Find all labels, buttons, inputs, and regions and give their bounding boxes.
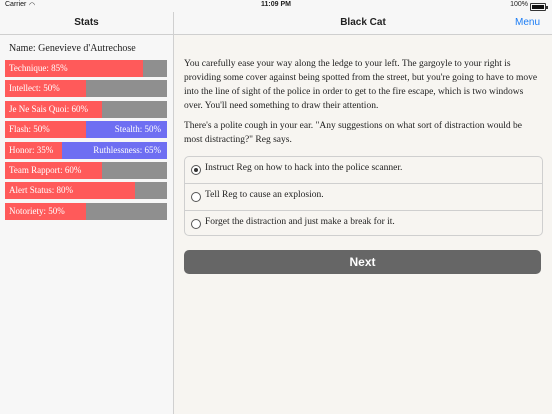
stat-label: Flash: 50% xyxy=(9,124,50,135)
stats-sidebar: Stats Name: Genevieve d'Autrechose Techn… xyxy=(0,12,174,414)
stat-opposed-label: Stealth: 50% xyxy=(114,124,161,135)
menu-button[interactable]: Menu xyxy=(515,17,540,28)
battery-icon xyxy=(530,3,548,11)
stat-bar: Flash: 50% Stealth: 50% xyxy=(5,121,167,139)
radio-button-icon[interactable] xyxy=(191,165,201,175)
choice-option[interactable]: Tell Reg to cause an explosion. xyxy=(185,184,542,211)
radio-button-icon[interactable] xyxy=(191,219,201,229)
stat-label: Notoriety: 50% xyxy=(9,205,65,216)
choice-option[interactable]: Forget the distraction and just make a b… xyxy=(185,211,542,237)
stat-label: Honor: 35% xyxy=(9,144,54,155)
stat-label: Alert Status: 80% xyxy=(9,185,73,196)
stat-bar: Intellect: 50% xyxy=(5,80,167,98)
stat-bar: Notoriety: 50% xyxy=(5,202,167,220)
radio-button-icon[interactable] xyxy=(191,192,201,202)
stat-label: Intellect: 50% xyxy=(9,83,60,94)
page-title: Black Cat xyxy=(340,17,386,28)
stat-bar: Technique: 85% xyxy=(5,60,167,77)
choice-label: Forget the distraction and just make a b… xyxy=(205,217,395,227)
stat-label: Technique: 85% xyxy=(9,63,68,73)
choice-option[interactable]: Instruct Reg on how to hack into the pol… xyxy=(185,157,542,184)
choice-list: Instruct Reg on how to hack into the pol… xyxy=(184,156,543,236)
choice-label: Instruct Reg on how to hack into the pol… xyxy=(205,163,403,173)
story-text: You carefully ease your way along the le… xyxy=(184,57,542,153)
story-paragraph: You carefully ease your way along the le… xyxy=(184,59,538,111)
stat-label: Je Ne Sais Quoi: 60% xyxy=(9,103,88,114)
status-bar: Carrier ◠ 11:09 PM 100% xyxy=(0,0,552,12)
stat-label: Team Rapport: 60% xyxy=(9,164,82,175)
stat-bar: Team Rapport: 60% xyxy=(5,161,167,179)
clock: 11:09 PM xyxy=(261,1,291,8)
stat-opposed-label: Ruthlessness: 65% xyxy=(93,144,161,155)
next-button[interactable]: Next xyxy=(184,250,541,274)
nav-bar: Black Cat Menu xyxy=(174,12,552,35)
story-paragraph: There's a polite cough in your ear. "Any… xyxy=(184,121,523,145)
character-name: Name: Genevieve d'Autrechose xyxy=(9,43,136,54)
battery-percent: 100% xyxy=(510,1,528,8)
stat-bars: Technique: 85% Intellect: 50% Je Ne Sais Q… xyxy=(5,60,167,223)
choice-label: Tell Reg to cause an explosion. xyxy=(205,190,324,200)
stat-bar: Je Ne Sais Quoi: 60% xyxy=(5,100,167,118)
stats-title: Stats xyxy=(0,12,173,35)
stat-bar: Alert Status: 80% xyxy=(5,182,167,200)
stat-bar: Honor: 35% Ruthlessness: 65% xyxy=(5,141,167,159)
